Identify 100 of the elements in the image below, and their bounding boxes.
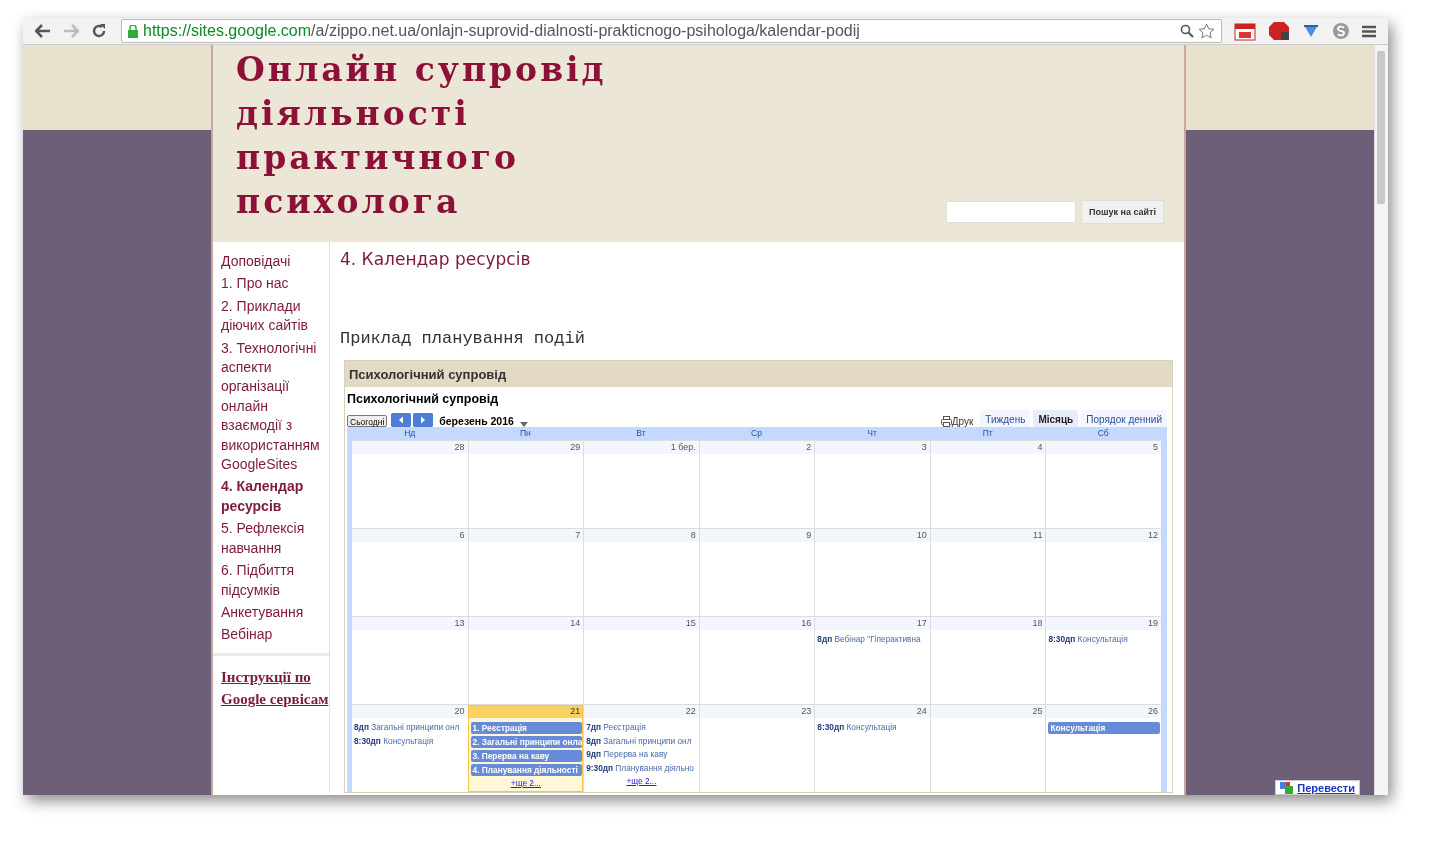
weekday-label: Чт xyxy=(866,427,878,440)
calendar-event[interactable]: 8:30дп Консультація xyxy=(352,734,468,748)
sidebar-item[interactable]: 3. Технологічні аспекти організації онлайн взаємодії з використанням GoogleSites xyxy=(213,338,329,475)
sidebar-item[interactable]: 4. Календар ресурсів xyxy=(213,477,329,517)
lock-icon xyxy=(128,24,138,38)
day-number: 8 xyxy=(584,529,699,542)
day-cell[interactable]: 15 xyxy=(583,617,699,704)
day-cell[interactable]: 6 xyxy=(352,529,468,616)
day-cell[interactable]: 13 xyxy=(352,617,468,704)
today-button[interactable]: Сьогодні xyxy=(347,415,388,427)
calendar-event[interactable]: 7дп Реєстрація xyxy=(584,721,699,735)
day-number: 29 xyxy=(468,441,584,454)
day-cell[interactable]: 1 бер. xyxy=(583,441,699,528)
next-button[interactable] xyxy=(413,413,434,427)
weekday-label: Пт xyxy=(981,427,994,440)
sidebar-item[interactable]: Вебінар xyxy=(213,625,329,645)
calendar-event[interactable]: 8:30дп Консультація xyxy=(815,721,930,735)
calendar-event[interactable]: 8дп Вебінар "Гіперактивна xyxy=(815,633,930,647)
printer-icon[interactable] xyxy=(940,416,952,427)
translate-icon xyxy=(1280,782,1294,794)
day-number: 9 xyxy=(699,529,815,542)
day-cell[interactable]: 23 xyxy=(698,705,815,792)
day-cell[interactable]: 7 xyxy=(467,529,584,616)
day-cell[interactable]: 24 8:30дп Консультація xyxy=(814,705,930,792)
calendar-event[interactable]: 9дп Перерва на каву xyxy=(584,748,699,762)
day-cell[interactable]: 3 xyxy=(814,441,930,528)
day-number: 6 xyxy=(352,529,468,542)
day-cell[interactable]: 22 7дп Реєстрація 8дп Загальні принципи онл 9дп Перерва на каву 9:30дп Планування діяльно +ще 2... xyxy=(583,705,699,792)
page-heading: 4. Календар ресурсів xyxy=(340,248,531,270)
translate-button[interactable]: Перевести xyxy=(1275,780,1360,795)
site-title: Онлайн супровід діяльності практичного психолога xyxy=(236,49,607,223)
day-number: 12 xyxy=(1046,529,1161,542)
day-cell[interactable]: 21 1. Реєстрація 2. Загальні принципи онла 3. Перерва на каву 4. Планування діяльності +ще 2... xyxy=(467,705,584,792)
view-tab[interactable]: Тиждень xyxy=(980,410,1031,427)
star-icon[interactable] xyxy=(1198,23,1215,39)
day-number: 28 xyxy=(352,441,468,454)
search-field[interactable] xyxy=(946,201,1076,223)
view-tab[interactable]: Порядок денний xyxy=(1081,410,1167,427)
sidebar-item[interactable]: 2. Приклади діючих сайтів xyxy=(213,296,329,336)
day-cell[interactable]: 18 xyxy=(929,617,1046,704)
day-number: 5 xyxy=(1046,441,1161,454)
day-cell[interactable]: 5 xyxy=(1045,441,1161,528)
day-cell[interactable]: 19 8:30дп Консультація xyxy=(1045,617,1161,704)
instructions-link[interactable]: Інструкції по Google сервісам xyxy=(221,665,329,711)
day-cell[interactable]: 25 xyxy=(929,705,1046,792)
day-cell[interactable]: 14 xyxy=(467,617,584,704)
sidebar-item[interactable]: Анкетування xyxy=(213,602,329,623)
day-number: 23 xyxy=(699,705,815,718)
adblock-extension-icon[interactable] xyxy=(1268,21,1290,41)
day-cell[interactable]: 4 xyxy=(929,441,1046,528)
weekday-label: Пн xyxy=(518,427,532,440)
day-cell[interactable]: 8 xyxy=(583,529,699,616)
sidebar-item[interactable]: Доповідачі xyxy=(213,252,329,272)
calendar-event[interactable]: 9:30дп Планування діяльно xyxy=(584,761,699,775)
day-cell[interactable]: 11 xyxy=(929,529,1046,616)
more-link[interactable]: +ще 2... xyxy=(584,775,699,787)
day-number: 11 xyxy=(930,529,1046,542)
address-field[interactable]: https://sites.google.com/a/zippo.net.ua/onlajn-suprovid-dialnosti-prakticnogo-psihologa/kalendar-podij xyxy=(121,19,1222,43)
sidebar-item[interactable]: 1. Про нас xyxy=(213,274,329,294)
reload-icon[interactable] xyxy=(91,23,107,39)
day-cell[interactable]: 12 xyxy=(1045,529,1161,616)
day-cell[interactable]: 17 8дп Вебінар "Гіперактивна xyxy=(814,617,930,704)
scrollbar-thumb[interactable] xyxy=(1377,51,1385,204)
day-cell[interactable]: 16 xyxy=(698,617,815,704)
day-cell[interactable]: 2 xyxy=(698,441,815,528)
day-number: 24 xyxy=(815,705,930,718)
calendar-extension-icon[interactable] xyxy=(1234,21,1256,41)
day-cell[interactable]: 29 xyxy=(467,441,584,528)
sidebar-item[interactable]: 5. Рефлексія навчання xyxy=(213,519,329,559)
day-number: 22 xyxy=(584,705,699,718)
calendar-title: Психологічний супровід xyxy=(347,392,499,406)
day-number: 2 xyxy=(699,441,815,454)
zoom-icon[interactable] xyxy=(1180,24,1194,38)
back-icon[interactable] xyxy=(35,24,51,38)
calendar-event[interactable]: 8дп Загальні принципи онл xyxy=(584,734,699,748)
calendar-event[interactable]: 8дп Загальні принципи онл xyxy=(352,721,468,735)
calendar-event[interactable]: 8:30дп Консультація xyxy=(1046,633,1161,647)
weekday-label: Ср xyxy=(750,427,763,440)
gadget-title: Психологічний супровід xyxy=(349,366,507,382)
sidebar-item[interactable]: 6. Підбиття підсумків xyxy=(213,561,329,600)
view-tab[interactable]: Місяць xyxy=(1033,410,1079,427)
day-number: 25 xyxy=(930,705,1046,718)
scrollbar[interactable] xyxy=(1374,45,1388,795)
day-number: 19 xyxy=(1046,617,1161,630)
day-number: 7 xyxy=(468,529,584,542)
weekday-label: Вт xyxy=(635,427,647,440)
search-button[interactable]: Пошук на сайті xyxy=(1081,200,1164,224)
menu-icon[interactable] xyxy=(1362,24,1376,38)
more-link[interactable]: +ще 2... xyxy=(468,777,584,789)
day-cell[interactable]: 28 xyxy=(352,441,468,528)
weekday-label: Нд xyxy=(403,427,417,440)
previous-button[interactable] xyxy=(391,413,412,427)
day-number: 14 xyxy=(468,617,584,630)
print-link[interactable]: Друк xyxy=(951,416,974,427)
skype-extension-icon[interactable] xyxy=(1332,22,1350,40)
day-number: 13 xyxy=(352,617,468,630)
day-cell[interactable]: 20 8дп Загальні принципи онл 8:30дп Консультація xyxy=(352,705,468,792)
day-cell[interactable]: 9 xyxy=(698,529,815,616)
day-cell[interactable]: 10 xyxy=(814,529,930,616)
day-cell[interactable]: 26 Консультація xyxy=(1045,705,1161,792)
